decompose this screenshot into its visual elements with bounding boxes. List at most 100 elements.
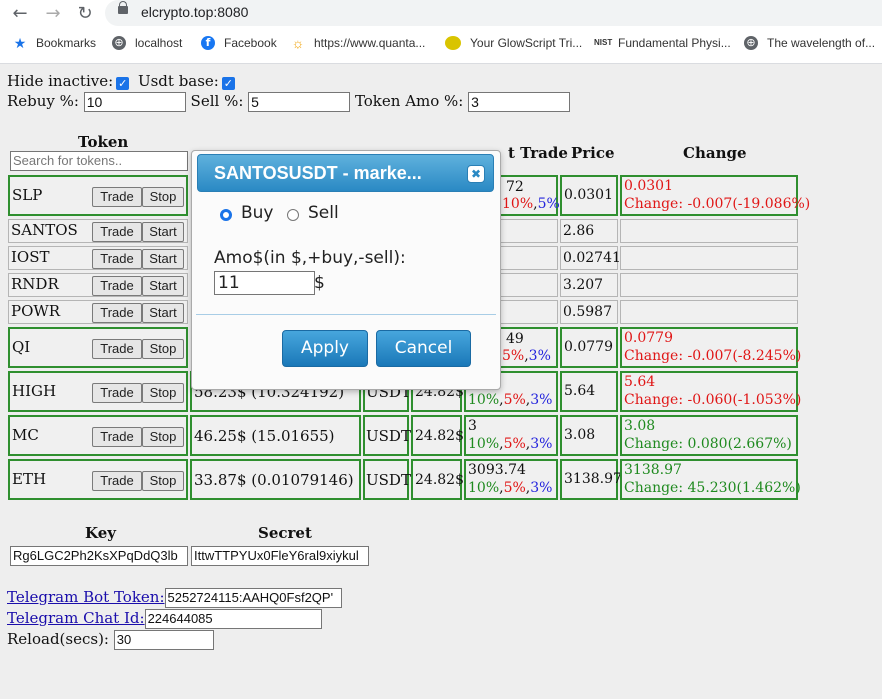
api-key-input[interactable]: Rg6LGC2Ph2KsXPqDdQ3lb <box>10 546 188 566</box>
change-cell <box>620 246 798 270</box>
rebuy-input[interactable]: 10 <box>83 92 186 112</box>
amount-input[interactable]: 11 <box>214 271 315 295</box>
start-button[interactable]: Start <box>142 249 184 269</box>
stop-button[interactable]: Stop <box>142 187 184 207</box>
secret-header: Secret <box>258 524 312 542</box>
bookmark-item[interactable]: ⊕ The wavelength of... <box>744 36 875 50</box>
price-column-header: Price <box>571 144 615 162</box>
change-cell: 3.08 Change: 0.080(2.667%) <box>620 415 798 456</box>
globe-icon: ⊕ <box>744 36 758 50</box>
trade-button[interactable]: Trade <box>92 249 142 269</box>
api-secret-input[interactable]: IttwTTPYUx0FleY6ral9xiykul <box>191 546 369 566</box>
balance-cell: 33.87$ (0.01079146) <box>190 459 361 500</box>
token-name: SLP <box>12 186 43 204</box>
token-name: MC <box>12 426 39 444</box>
token-cell: SLP Trade Stop <box>8 175 188 216</box>
start-button[interactable]: Start <box>142 303 184 323</box>
budget-cell: 24.82$ <box>411 415 464 456</box>
nist-icon: NIST <box>594 38 613 47</box>
token-amo-input[interactable]: 3 <box>468 92 571 112</box>
trade-button[interactable]: Trade <box>92 383 142 403</box>
dialog-titlebar[interactable]: SANTOSUSDT - marke... ✖ <box>197 154 494 192</box>
trade-button[interactable]: Trade <box>92 303 142 323</box>
token-name: IOST <box>11 248 50 266</box>
price-cell: 3.08 <box>560 415 618 456</box>
price-cell: 0.0301 <box>560 175 618 216</box>
buy-radio[interactable] <box>220 209 232 221</box>
base-cell: USDT <box>363 459 411 500</box>
buy-label: Buy <box>241 203 274 223</box>
amount-suffix: $ <box>314 273 325 293</box>
hide-inactive-checkbox[interactable]: ✓ <box>116 77 130 90</box>
reload-row: Reload(secs): 30 <box>7 630 214 650</box>
address-bar[interactable]: elcrypto.top:8080 <box>105 0 882 26</box>
trade-button[interactable]: Trade <box>92 187 142 207</box>
telegram-chat-id-link[interactable]: Telegram Chat Id: <box>7 609 145 627</box>
bookmark-item[interactable]: Your GlowScript Tri... <box>445 36 582 50</box>
token-cell: RNDR Trade Start <box>8 273 188 297</box>
token-cell: IOST Trade Start <box>8 246 188 270</box>
forward-arrow-icon[interactable]: → <box>42 2 64 24</box>
glowscript-icon <box>445 36 461 50</box>
budget-cell: 24.82$ <box>411 459 464 500</box>
trade-button[interactable]: Trade <box>92 427 142 447</box>
token-name: QI <box>12 338 31 356</box>
trade-button[interactable]: Trade <box>92 339 142 359</box>
token-cell: POWR Trade Start <box>8 300 188 324</box>
change-cell: 0.0301 Change: -0.007(-19.086%) <box>620 175 810 216</box>
last-trade-cell: 3093.74 10%,5%,3% <box>464 459 558 500</box>
bookmark-item[interactable]: f Facebook <box>201 36 277 50</box>
usdt-base-label: Usdt base: <box>137 72 219 90</box>
globe-icon: ⊕ <box>112 36 126 50</box>
star-icon: ★ <box>13 35 27 51</box>
telegram-bot-token-link[interactable]: Telegram Bot Token: <box>7 588 165 606</box>
reload-icon[interactable]: ↻ <box>74 2 96 24</box>
close-icon[interactable]: ✖ <box>467 165 485 183</box>
settings-row-2: Rebuy %: 10 Sell %: 5 Token Amo %: 3 <box>7 92 571 112</box>
token-search-input[interactable]: Search for tokens.. <box>10 151 188 171</box>
stop-button[interactable]: Stop <box>142 427 184 447</box>
cancel-button[interactable]: Cancel <box>376 330 471 367</box>
token-name: HIGH <box>12 382 57 400</box>
last-trade-cell: 3 10%,5%,3% <box>464 415 558 456</box>
stop-button[interactable]: Stop <box>142 383 184 403</box>
price-cell: 2.86 <box>560 219 618 243</box>
usdt-base-checkbox[interactable]: ✓ <box>221 77 235 90</box>
amount-label: Amo$(in $,+buy,-sell): <box>214 248 406 268</box>
start-button[interactable]: Start <box>142 276 184 296</box>
stop-button[interactable]: Stop <box>142 339 184 359</box>
token-name: RNDR <box>11 275 59 293</box>
reload-input[interactable]: 30 <box>113 630 214 650</box>
reload-label: Reload(secs): <box>7 630 109 648</box>
price-cell: 0.02741 <box>560 246 621 270</box>
bookmark-item[interactable]: NIST Fundamental Physi... <box>594 36 731 50</box>
token-column-header: Token <box>78 133 129 151</box>
lock-icon <box>118 1 128 14</box>
price-cell: 5.64 <box>560 371 618 412</box>
hide-inactive-label: Hide inactive: <box>7 72 114 90</box>
url-text: elcrypto.top:8080 <box>141 4 249 20</box>
telegram-bot-token-input[interactable]: 5252724115:AAHQ0Fsf2QP' <box>164 588 342 608</box>
token-cell: MC Trade Stop <box>8 415 188 456</box>
apply-button[interactable]: Apply <box>282 330 368 367</box>
sell-label: Sell %: <box>190 92 244 110</box>
back-arrow-icon[interactable]: ← <box>9 2 31 24</box>
sell-input[interactable]: 5 <box>248 92 351 112</box>
bookmark-item[interactable]: ★ Bookmarks <box>13 36 96 50</box>
start-button[interactable]: Start <box>142 222 184 242</box>
balance-cell: 46.25$ (15.01655) <box>190 415 361 456</box>
trade-button[interactable]: Trade <box>92 222 142 242</box>
bookmark-item[interactable]: ⊕ localhost <box>112 36 182 50</box>
change-cell <box>620 273 798 297</box>
bookmark-item[interactable]: ☼ https://www.quanta... <box>291 36 426 50</box>
dialog-title: SANTOSUSDT - marke... <box>214 163 422 183</box>
token-amo-label: Token Amo %: <box>354 92 464 110</box>
base-cell: USDT <box>363 415 411 456</box>
telegram-chat-id-input[interactable]: 224644085 <box>144 609 322 629</box>
sell-radio[interactable] <box>287 209 299 221</box>
token-name: POWR <box>11 302 61 320</box>
stop-button[interactable]: Stop <box>142 471 184 491</box>
trade-button[interactable]: Trade <box>92 276 142 296</box>
token-cell: HIGH Trade Stop <box>8 371 188 412</box>
trade-button[interactable]: Trade <box>92 471 142 491</box>
